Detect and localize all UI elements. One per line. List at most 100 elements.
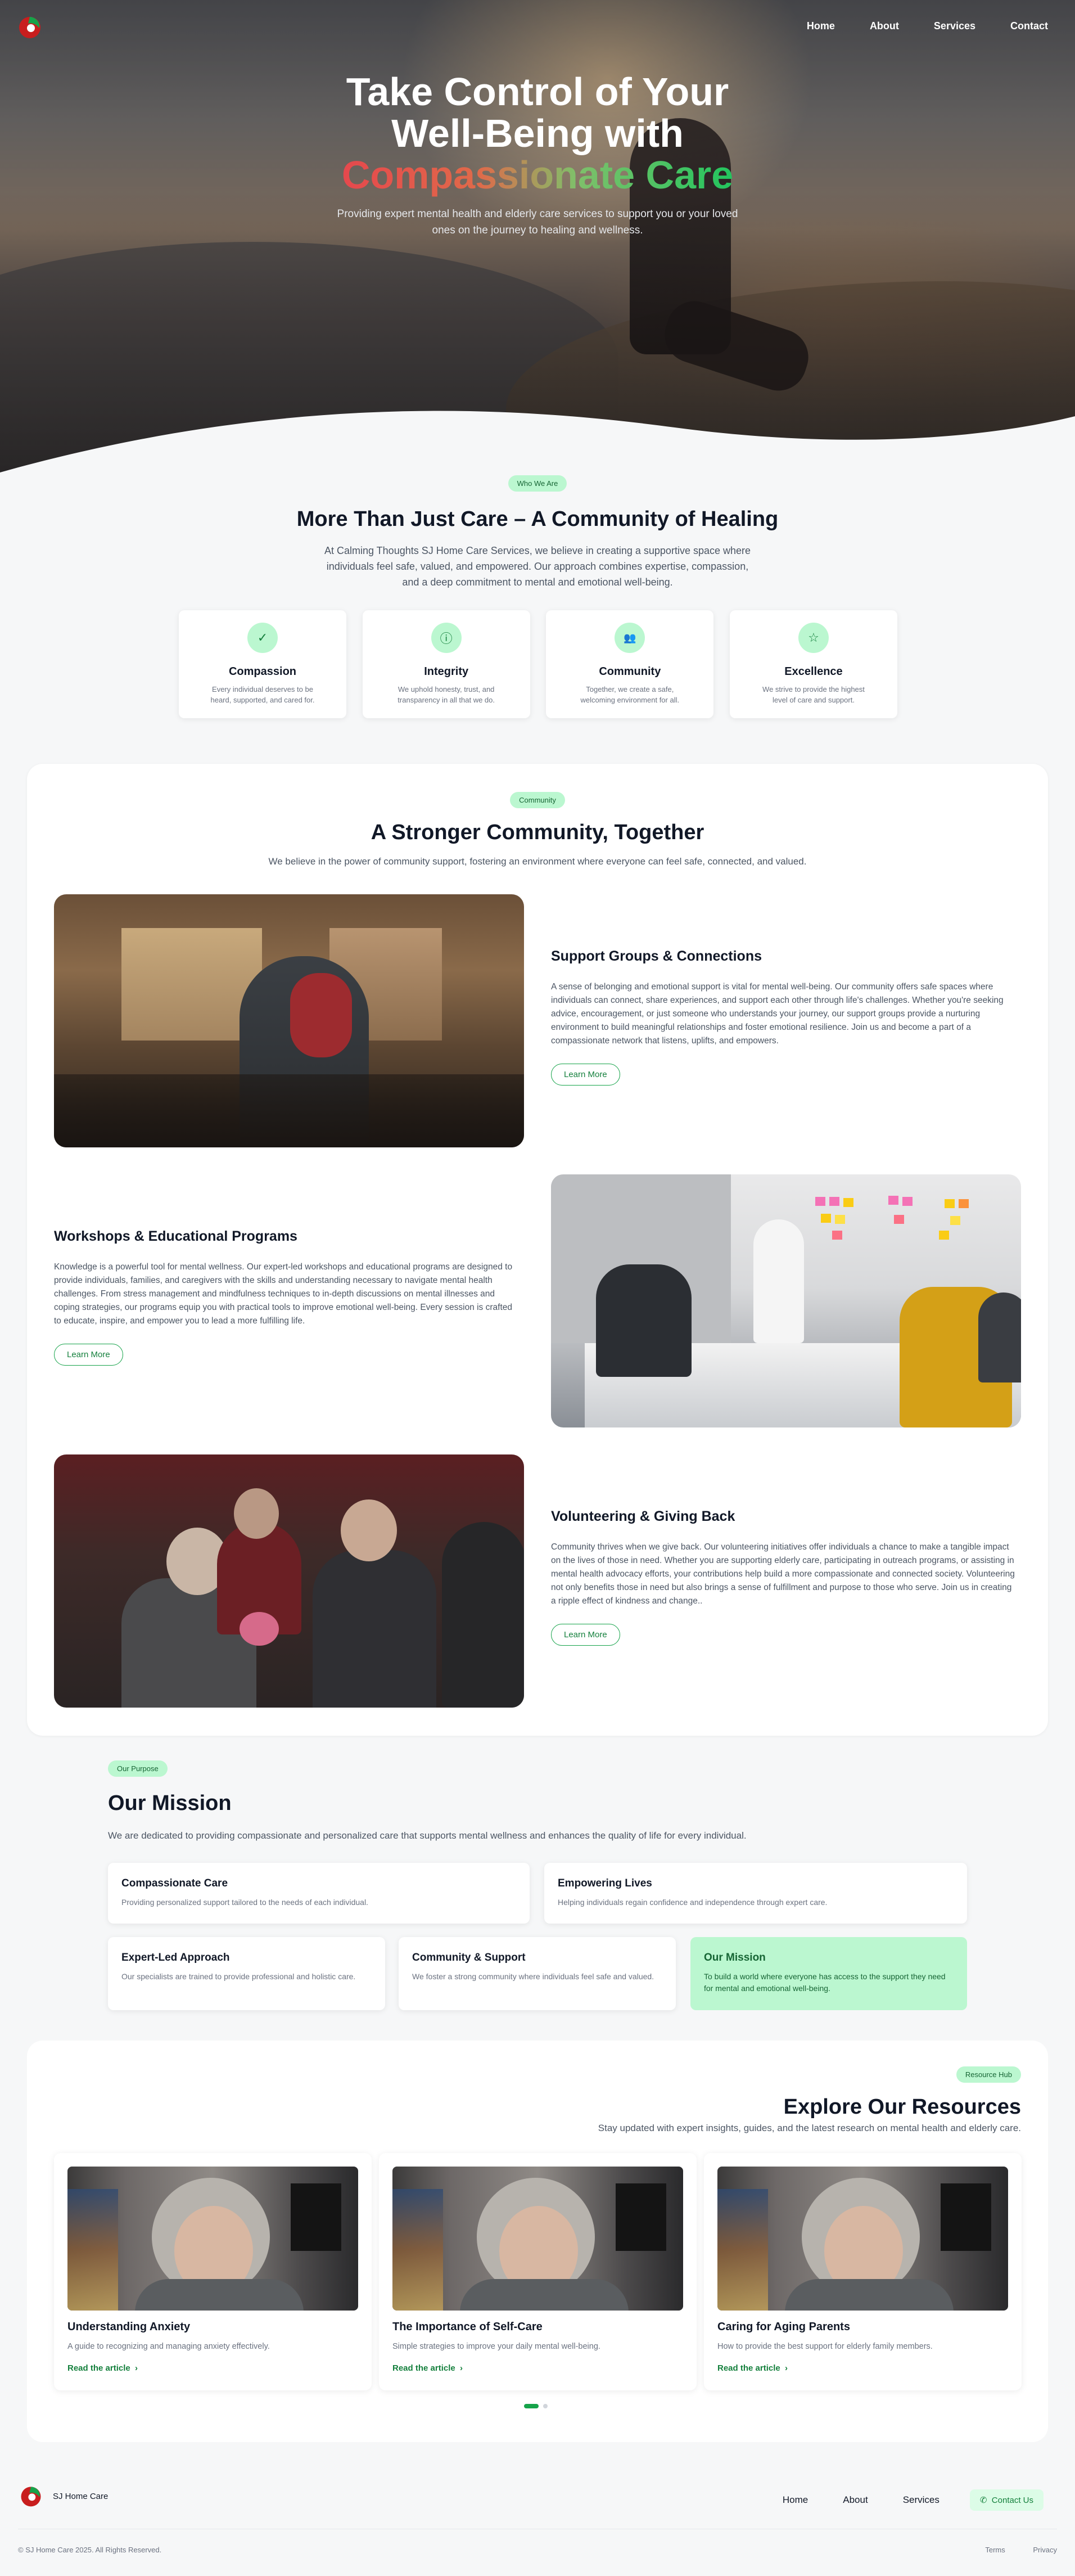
learn-more-button[interactable]: Learn More (54, 1344, 123, 1366)
section-pill: Resource Hub (956, 2066, 1021, 2083)
values-grid: ✓ Compassion Every individual deserves t… (179, 610, 897, 718)
nav-services[interactable]: Services (934, 20, 975, 32)
mission-card: Compassionate Care Providing personalize… (108, 1863, 530, 1924)
section-pill: Who We Are (508, 475, 567, 492)
nav-home[interactable]: Home (807, 20, 835, 32)
value-text: Together, we create a safe, welcoming en… (580, 685, 680, 704)
value-text: We strive to provide the highest level o… (762, 685, 865, 704)
chevron-right-icon: › (457, 2363, 463, 2373)
value-title: Compassion (228, 665, 297, 678)
privacy-link[interactable]: Privacy (1033, 2546, 1057, 2554)
hero-title: Take Control of Your Well-Being with Com… (0, 71, 1075, 196)
mission-card-text: Providing personalized support tailored … (121, 1898, 368, 1907)
mission-card-title: Our Mission (704, 1952, 766, 1963)
check-icon: ✓ (247, 623, 278, 653)
read-article-link[interactable]: Read the article › (392, 2363, 463, 2373)
hero-section: Home About Services Contact Take Control… (0, 0, 1075, 478)
article-image (392, 2167, 683, 2311)
carousel-dot[interactable] (543, 2404, 548, 2408)
hero-title-line1: Take Control of Your (346, 70, 729, 114)
learn-more-button[interactable]: Learn More (551, 1624, 620, 1646)
article-card[interactable]: Understanding Anxiety A guide to recogni… (54, 2153, 372, 2390)
workshop-photo (551, 1174, 1021, 1427)
section-title: Our Mission (108, 1791, 232, 1815)
value-title: Integrity (424, 665, 469, 678)
read-article-link[interactable]: Read the article › (67, 2363, 138, 2373)
copyright: © SJ Home Care 2025. All Rights Reserved… (18, 2546, 162, 2554)
site-footer: SJ Home Care Home About Services ✆ Conta… (0, 2462, 1075, 2576)
value-title: Community (599, 665, 661, 678)
section-pill: Community (510, 792, 565, 808)
support-group-photo (54, 894, 524, 1147)
mission-card-text: To build a world where everyone has acce… (704, 1972, 946, 1993)
volunteering-photo (54, 1454, 524, 1708)
section-title: A Stronger Community, Together (371, 821, 704, 844)
article-text: Simple strategies to improve your daily … (392, 2342, 600, 2351)
logo-icon[interactable] (16, 12, 44, 40)
mission-card-text: We foster a strong community where indiv… (412, 1972, 654, 1981)
value-title: Excellence (784, 665, 843, 678)
section-subtitle: Stay updated with expert insights, guide… (598, 2123, 1021, 2133)
community-item-title: Volunteering & Giving Back (551, 1508, 735, 1524)
community-item-text: Knowledge is a powerful tool for mental … (54, 1262, 513, 1326)
resources-section: Resource Hub Explore Our Resources Stay … (27, 2041, 1048, 2442)
section-pill: Our Purpose (108, 1760, 168, 1777)
article-title: Understanding Anxiety (67, 2321, 191, 2333)
section-title: Explore Our Resources (783, 2095, 1021, 2119)
footer-nav-about[interactable]: About (843, 2494, 868, 2506)
chevron-right-icon: › (132, 2363, 138, 2373)
mission-card-text: Helping individuals regain confidence an… (558, 1898, 828, 1907)
chevron-right-icon: › (782, 2363, 788, 2373)
main-nav: Home About Services Contact (772, 20, 1048, 32)
hero-title-highlight: Compassionate Care (341, 153, 734, 197)
section-subtitle: We are dedicated to providing compassion… (108, 1830, 747, 1841)
contact-us-button[interactable]: ✆ Contact Us (969, 2489, 1044, 2511)
legal-links: Terms Privacy (959, 2546, 1057, 2554)
community-item-text: Community thrives when we give back. Our… (551, 1542, 1015, 1606)
nav-contact[interactable]: Contact (1010, 20, 1048, 32)
users-icon: 👥 (615, 623, 645, 653)
value-text: We uphold honesty, trust, and transparen… (398, 685, 495, 704)
article-title: Caring for Aging Parents (717, 2321, 850, 2333)
mission-card-text: Our specialists are trained to provide p… (121, 1972, 356, 1981)
mission-card-highlight: Our Mission To build a world where every… (690, 1937, 967, 2010)
hero-wave-divider (0, 411, 1075, 478)
section-subtitle: We believe in the power of community sup… (268, 856, 807, 867)
community-item-title: Support Groups & Connections (551, 948, 762, 964)
value-text: Every individual deserves to be heard, s… (210, 685, 315, 704)
read-article-link[interactable]: Read the article › (717, 2363, 788, 2373)
terms-link[interactable]: Terms (985, 2546, 1005, 2554)
who-we-are-section: Who We Are More Than Just Care – A Commu… (0, 475, 1075, 590)
footer-nav-home[interactable]: Home (783, 2494, 808, 2506)
value-card-integrity: ⓘ Integrity We uphold honesty, trust, an… (362, 610, 530, 718)
mission-section: Our Purpose Our Mission We are dedicated… (108, 1760, 967, 2010)
carousel-dot-active[interactable] (524, 2404, 539, 2408)
mission-card: Empowering Lives Helping individuals reg… (544, 1863, 967, 1924)
community-section: Community A Stronger Community, Together… (27, 764, 1048, 1736)
logo-icon[interactable] (18, 2483, 44, 2509)
value-card-community: 👥 Community Together, we create a safe, … (546, 610, 714, 718)
article-image (717, 2167, 1008, 2311)
article-card[interactable]: Caring for Aging Parents How to provide … (704, 2153, 1022, 2390)
community-row-workshops: Workshops & Educational Programs Knowled… (54, 1174, 1021, 1427)
learn-more-button[interactable]: Learn More (551, 1064, 620, 1086)
star-icon: ☆ (798, 623, 829, 653)
info-icon: ⓘ (431, 623, 462, 653)
hero-title-line2: Well-Being with (391, 111, 684, 155)
section-title: More Than Just Care – A Community of Hea… (296, 507, 779, 531)
mission-card: Community & Support We foster a strong c… (399, 1937, 676, 2010)
mission-card: Expert-Led Approach Our specialists are … (108, 1937, 385, 2010)
community-row-volunteering: Volunteering & Giving Back Community thr… (54, 1454, 1021, 1708)
article-image (67, 2167, 358, 2311)
nav-about[interactable]: About (870, 20, 899, 32)
footer-nav-services[interactable]: Services (903, 2494, 940, 2506)
article-card[interactable]: The Importance of Self-Care Simple strat… (379, 2153, 697, 2390)
article-title: The Importance of Self-Care (392, 2321, 543, 2333)
mission-card-title: Compassionate Care (121, 1877, 228, 1889)
community-row-support: Support Groups & Connections A sense of … (54, 894, 1021, 1147)
mission-card-title: Empowering Lives (558, 1877, 652, 1889)
community-item-title: Workshops & Educational Programs (54, 1228, 297, 1244)
value-card-excellence: ☆ Excellence We strive to provide the hi… (729, 610, 897, 718)
footer-brand: SJ Home Care (53, 2492, 109, 2501)
mission-card-title: Expert-Led Approach (121, 1952, 230, 1963)
